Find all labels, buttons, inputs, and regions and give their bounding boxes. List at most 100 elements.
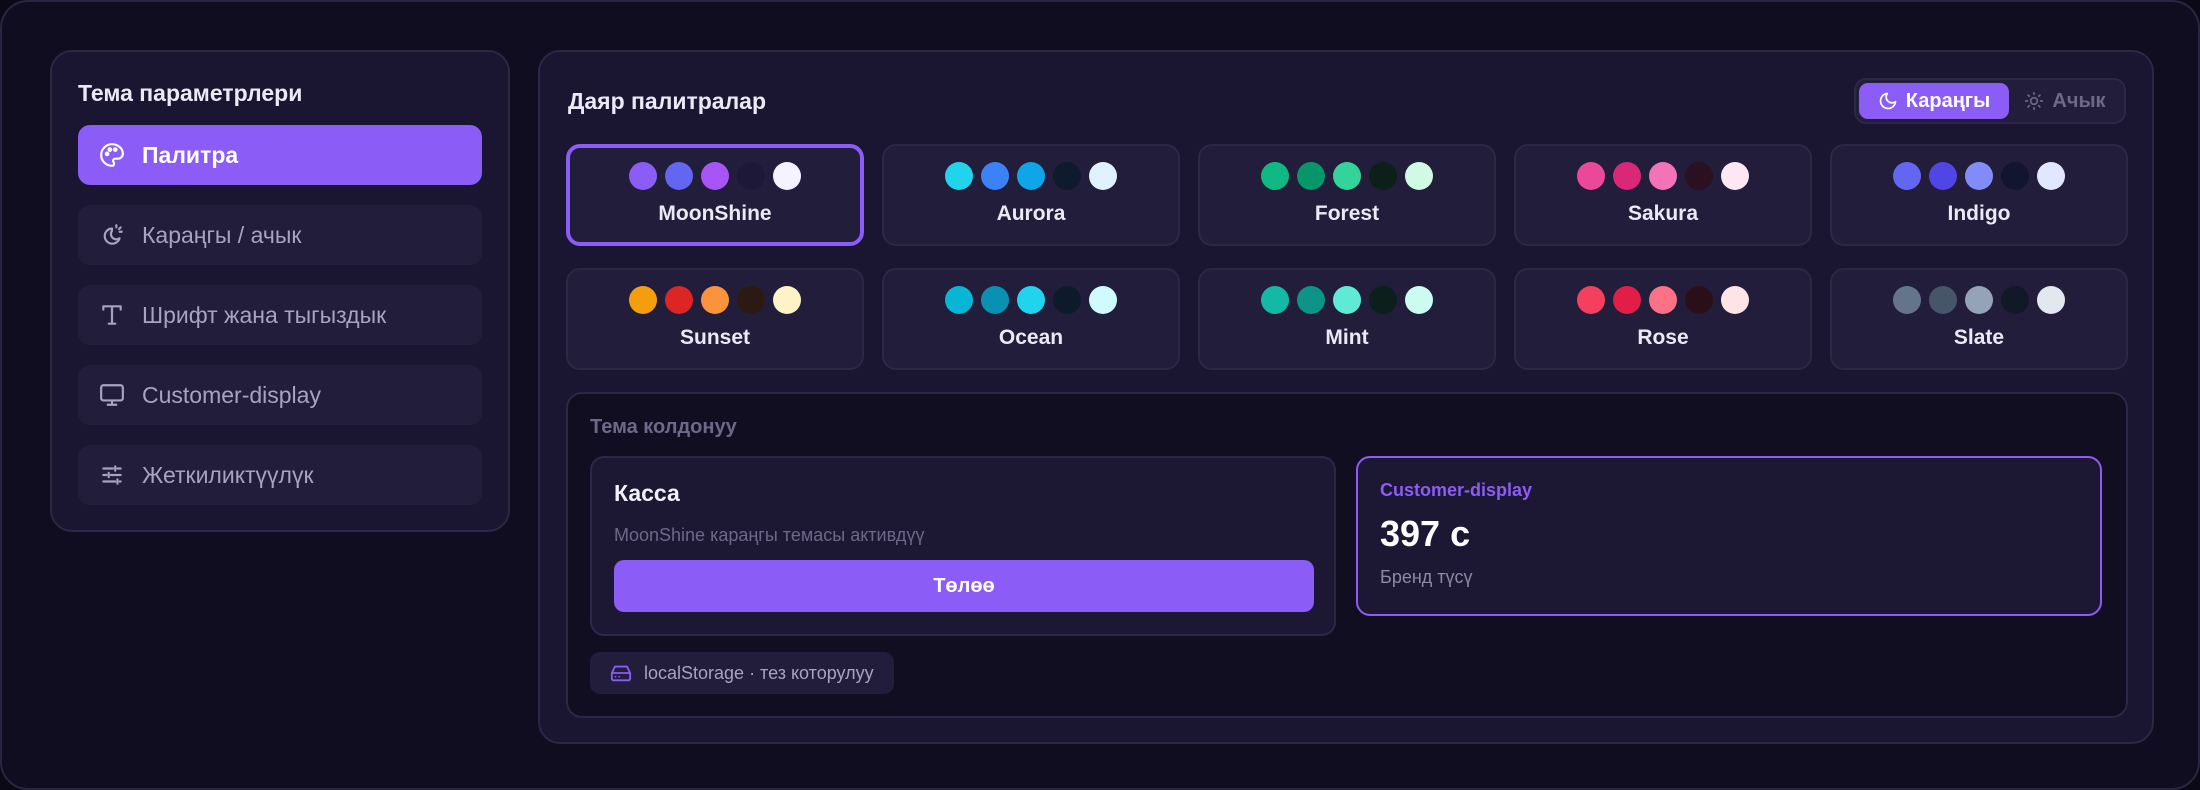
storage-badge: localStorage · тез которулуу bbox=[590, 652, 894, 694]
color-swatch bbox=[1965, 286, 1993, 314]
palette-swatches bbox=[1577, 162, 1749, 190]
light-mode-label: Ачык bbox=[2052, 89, 2106, 112]
color-swatch bbox=[737, 286, 765, 314]
color-swatch bbox=[1405, 286, 1433, 314]
color-swatch bbox=[1017, 162, 1045, 190]
palette-name: Sakura bbox=[1627, 202, 1699, 225]
customer-display-label: Customer-display bbox=[1380, 480, 1533, 500]
color-swatch bbox=[737, 162, 765, 190]
sidebar-item-dark-light[interactable]: Караңгы / ачык bbox=[78, 205, 482, 265]
palette-card-mint[interactable]: Mint bbox=[1198, 268, 1496, 370]
color-swatch bbox=[1369, 162, 1397, 190]
palette-name: Aurora bbox=[996, 202, 1066, 225]
palette-card-ocean[interactable]: Ocean bbox=[882, 268, 1180, 370]
color-swatch bbox=[1649, 162, 1677, 190]
sidebar-item-label: Палитра bbox=[142, 141, 239, 168]
cashier-description: MoonShine караңгы темасы активдүү bbox=[614, 525, 925, 545]
palette-name: Indigo bbox=[1947, 202, 2011, 225]
color-swatch bbox=[1053, 162, 1081, 190]
sidebar-item-label: Жеткиликтүүлүк bbox=[142, 461, 314, 488]
palette-swatches bbox=[629, 162, 801, 190]
color-swatch bbox=[2001, 286, 2029, 314]
palette-swatches bbox=[1893, 162, 2065, 190]
color-swatch bbox=[1089, 162, 1117, 190]
palette-card-slate[interactable]: Slate bbox=[1830, 268, 2128, 370]
palette-swatches bbox=[945, 286, 1117, 314]
color-swatch bbox=[2037, 162, 2065, 190]
palette-card-rose[interactable]: Rose bbox=[1514, 268, 1812, 370]
color-swatch bbox=[1893, 162, 1921, 190]
palette-grid: MoonShine Aurora Forest Sakura Indigo Sunset O… bbox=[566, 144, 2128, 370]
usage-title: Тема колдонуу bbox=[590, 416, 737, 438]
color-swatch bbox=[2001, 162, 2029, 190]
color-swatch bbox=[773, 162, 801, 190]
app-frame: Тема параметрлери Палитра Караңгы / ачык bbox=[0, 0, 2200, 790]
palette-swatches bbox=[945, 162, 1117, 190]
type-icon bbox=[98, 301, 126, 329]
color-swatch bbox=[1261, 286, 1289, 314]
palette-name: Sunset bbox=[679, 326, 750, 349]
color-swatch bbox=[1333, 162, 1361, 190]
moon-icon bbox=[1879, 92, 1897, 110]
palette-card-sakura[interactable]: Sakura bbox=[1514, 144, 1812, 246]
dark-mode-button[interactable]: Караңгы bbox=[1859, 83, 2009, 119]
mode-toggle: Караңгы Ачык bbox=[1854, 78, 2126, 124]
theme-settings-sidebar: Тема параметрлери Палитра Караңгы / ачык bbox=[50, 50, 510, 532]
palette-swatches bbox=[1261, 286, 1433, 314]
storage-icon bbox=[610, 665, 632, 682]
palette-card-forest[interactable]: Forest bbox=[1198, 144, 1496, 246]
sidebar-title: Тема параметрлери bbox=[78, 80, 303, 106]
customer-display-amount: 397 с bbox=[1380, 513, 1471, 554]
color-swatch bbox=[1721, 162, 1749, 190]
sidebar-item-accessibility[interactable]: Жеткиликтүүлүк bbox=[78, 445, 482, 505]
light-mode-button[interactable]: Ачык bbox=[2009, 83, 2121, 119]
palette-card-aurora[interactable]: Aurora bbox=[882, 144, 1180, 246]
color-swatch bbox=[773, 286, 801, 314]
palette-name: Forest bbox=[1314, 202, 1380, 225]
sidebar-item-label: Customer-display bbox=[142, 381, 321, 408]
cashier-preview: Касса MoonShine караңгы темасы активдүү … bbox=[590, 456, 1336, 636]
sidebar-item-palette[interactable]: Палитра bbox=[78, 125, 482, 185]
sliders-icon bbox=[98, 461, 126, 489]
color-swatch bbox=[701, 162, 729, 190]
color-swatch bbox=[981, 162, 1009, 190]
color-swatch bbox=[1929, 286, 1957, 314]
color-swatch bbox=[1297, 162, 1325, 190]
color-swatch bbox=[1929, 162, 1957, 190]
color-swatch bbox=[665, 286, 693, 314]
color-swatch bbox=[665, 162, 693, 190]
color-swatch bbox=[1721, 286, 1749, 314]
sidebar-item-label: Шрифт жана тыгыздык bbox=[142, 301, 387, 328]
color-swatch bbox=[981, 286, 1009, 314]
palette-swatches bbox=[1893, 286, 2065, 314]
customer-display-preview: Customer-display 397 с Бренд түсү bbox=[1356, 456, 2102, 616]
color-swatch bbox=[1089, 286, 1117, 314]
palette-icon bbox=[98, 141, 126, 169]
palettes-panel: Даяр палитралар Караңгы Ачык MoonShine Au… bbox=[538, 50, 2154, 744]
panel-title: Даяр палитралар bbox=[568, 88, 767, 114]
color-swatch bbox=[1685, 162, 1713, 190]
color-swatch bbox=[1613, 286, 1641, 314]
cashier-title: Касса bbox=[614, 480, 680, 506]
theme-usage-section: Тема колдонуу Касса MoonShine караңгы те… bbox=[566, 392, 2128, 718]
color-swatch bbox=[1405, 162, 1433, 190]
color-swatch bbox=[945, 162, 973, 190]
pay-button[interactable]: Төлөө bbox=[614, 560, 1314, 612]
palette-swatches bbox=[629, 286, 801, 314]
color-swatch bbox=[1965, 162, 1993, 190]
sidebar-item-font-density[interactable]: Шрифт жана тыгыздык bbox=[78, 285, 482, 345]
storage-label: localStorage · тез которулуу bbox=[644, 662, 874, 683]
color-swatch bbox=[629, 162, 657, 190]
palette-swatches bbox=[1261, 162, 1433, 190]
color-swatch bbox=[1369, 286, 1397, 314]
palette-card-moonshine[interactable]: MoonShine bbox=[566, 144, 864, 246]
palette-card-indigo[interactable]: Indigo bbox=[1830, 144, 2128, 246]
palette-card-sunset[interactable]: Sunset bbox=[566, 268, 864, 370]
monitor-icon bbox=[98, 381, 126, 409]
color-swatch bbox=[2037, 286, 2065, 314]
color-swatch bbox=[945, 286, 973, 314]
theme-toggle-icon bbox=[98, 221, 126, 249]
sidebar-item-customer-display[interactable]: Customer-display bbox=[78, 365, 482, 425]
color-swatch bbox=[1297, 286, 1325, 314]
palette-name: Slate bbox=[1953, 326, 2005, 349]
